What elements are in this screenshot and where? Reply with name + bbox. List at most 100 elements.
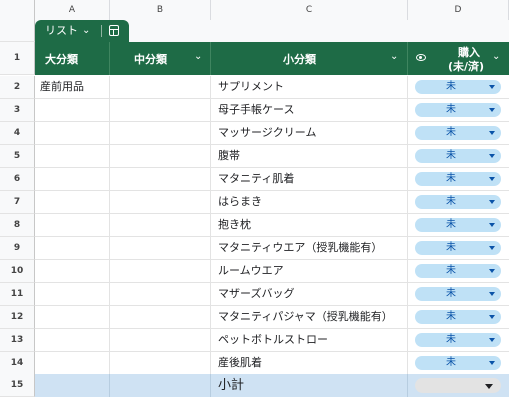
- mid-category-cell[interactable]: [110, 76, 211, 98]
- row-number[interactable]: 10: [0, 260, 35, 283]
- subtotal-cell-b[interactable]: [110, 374, 211, 397]
- row-number[interactable]: 13: [0, 329, 35, 352]
- sub-category-cell[interactable]: ルームウエア: [211, 260, 408, 282]
- mid-category-cell[interactable]: [110, 283, 211, 305]
- row-number[interactable]: 7: [0, 191, 35, 214]
- purchase-status-cell[interactable]: 未: [408, 145, 509, 167]
- row-number[interactable]: 9: [0, 237, 35, 260]
- major-category-cell[interactable]: [35, 260, 110, 282]
- sub-category-cell[interactable]: 母子手帳ケース: [211, 99, 408, 121]
- purchase-status-cell[interactable]: 未: [408, 214, 509, 236]
- major-category-cell[interactable]: [35, 283, 110, 305]
- chevron-down-icon[interactable]: ⌄: [390, 51, 398, 62]
- purchase-status-cell[interactable]: 未: [408, 122, 509, 144]
- status-dropdown-chip[interactable]: 未: [415, 218, 501, 232]
- column-header-c[interactable]: C: [211, 0, 408, 20]
- row-number[interactable]: 11: [0, 283, 35, 306]
- purchase-status-cell[interactable]: 未: [408, 99, 509, 121]
- sub-category-cell[interactable]: 抱き枕: [211, 214, 408, 236]
- sub-category-cell[interactable]: 腹帯: [211, 145, 408, 167]
- sub-category-cell[interactable]: はらまき: [211, 191, 408, 213]
- row-number[interactable]: 5: [0, 145, 35, 168]
- subtotal-status-cell[interactable]: [408, 374, 509, 397]
- mid-category-cell[interactable]: [110, 329, 211, 351]
- mid-category-cell[interactable]: [110, 168, 211, 190]
- sub-category-cell[interactable]: マタニティパジャマ（授乳機能有）: [211, 306, 408, 328]
- subtotal-dropdown-chip[interactable]: [415, 378, 501, 393]
- purchase-status-cell[interactable]: 未: [408, 76, 509, 98]
- major-category-cell[interactable]: [35, 237, 110, 259]
- major-category-cell[interactable]: [35, 306, 110, 328]
- header-cell-major-category[interactable]: 大分類: [35, 42, 110, 75]
- status-dropdown-chip[interactable]: 未: [415, 126, 501, 140]
- mid-category-cell[interactable]: [110, 237, 211, 259]
- mid-category-cell[interactable]: [110, 306, 211, 328]
- row-number[interactable]: 2: [0, 76, 35, 99]
- status-dropdown-chip[interactable]: 未: [415, 195, 501, 209]
- purchase-status-cell[interactable]: 未: [408, 168, 509, 190]
- row-number[interactable]: 6: [0, 168, 35, 191]
- purchase-status-cell[interactable]: 未: [408, 352, 509, 374]
- sub-category-cell[interactable]: マタニティウエア（授乳機能有）: [211, 237, 408, 259]
- mid-category-cell[interactable]: [110, 352, 211, 374]
- table-name-tab[interactable]: リスト ⌄: [35, 20, 129, 42]
- major-category-cell[interactable]: [35, 191, 110, 213]
- sub-category-cell[interactable]: サプリメント: [211, 76, 408, 98]
- column-header-b[interactable]: B: [110, 0, 211, 20]
- mid-category-cell[interactable]: [110, 99, 211, 121]
- sub-category-cell[interactable]: マザーズバッグ: [211, 283, 408, 305]
- row-number[interactable]: 12: [0, 306, 35, 329]
- purchase-status-cell[interactable]: 未: [408, 237, 509, 259]
- row-number[interactable]: 4: [0, 122, 35, 145]
- purchase-status-cell[interactable]: 未: [408, 260, 509, 282]
- header-cell-mid-category[interactable]: 中分類 ⌄: [110, 42, 211, 75]
- row-number[interactable]: 14: [0, 352, 35, 375]
- major-category-cell[interactable]: [35, 214, 110, 236]
- purchase-status-cell[interactable]: 未: [408, 191, 509, 213]
- subtotal-label[interactable]: 小計: [211, 374, 408, 397]
- status-dropdown-chip[interactable]: 未: [415, 80, 501, 94]
- mid-category-cell[interactable]: [110, 145, 211, 167]
- select-all-corner[interactable]: [0, 0, 35, 20]
- purchase-status-cell[interactable]: 未: [408, 306, 509, 328]
- major-category-cell[interactable]: 産前用品: [35, 76, 110, 98]
- mid-category-cell[interactable]: [110, 122, 211, 144]
- table-grid-icon[interactable]: [109, 25, 119, 36]
- status-dropdown-chip[interactable]: 未: [415, 356, 501, 370]
- chevron-down-icon[interactable]: ⌄: [82, 20, 90, 42]
- subtotal-cell-a[interactable]: [35, 374, 110, 397]
- status-dropdown-chip[interactable]: 未: [415, 172, 501, 186]
- row-number[interactable]: 3: [0, 99, 35, 122]
- mid-category-cell[interactable]: [110, 191, 211, 213]
- status-dropdown-chip[interactable]: 未: [415, 241, 501, 255]
- mid-category-cell[interactable]: [110, 214, 211, 236]
- status-dropdown-chip[interactable]: 未: [415, 103, 501, 117]
- sub-category-cell[interactable]: マッサージクリーム: [211, 122, 408, 144]
- status-dropdown-chip[interactable]: 未: [415, 310, 501, 324]
- major-category-cell[interactable]: [35, 122, 110, 144]
- major-category-cell[interactable]: [35, 329, 110, 351]
- row-number[interactable]: 15: [0, 374, 35, 397]
- status-dropdown-chip[interactable]: 未: [415, 264, 501, 278]
- chevron-down-icon[interactable]: ⌄: [492, 51, 500, 62]
- status-dropdown-chip[interactable]: 未: [415, 149, 501, 163]
- sub-category-cell[interactable]: ペットボトルストロー: [211, 329, 408, 351]
- status-dropdown-chip[interactable]: 未: [415, 287, 501, 301]
- major-category-cell[interactable]: [35, 352, 110, 374]
- sub-category-cell[interactable]: 産後肌着: [211, 352, 408, 374]
- major-category-cell[interactable]: [35, 145, 110, 167]
- header-cell-sub-category[interactable]: 小分類 ⌄: [211, 42, 408, 75]
- row-number[interactable]: 8: [0, 214, 35, 237]
- purchase-status-cell[interactable]: 未: [408, 329, 509, 351]
- chevron-down-icon[interactable]: ⌄: [194, 51, 202, 62]
- row-number[interactable]: 1: [0, 42, 35, 75]
- column-header-d[interactable]: D: [408, 0, 509, 20]
- purchase-status-cell[interactable]: 未: [408, 283, 509, 305]
- header-cell-purchase-status[interactable]: 購入 (未/済) ⌄: [408, 42, 509, 75]
- major-category-cell[interactable]: [35, 168, 110, 190]
- sub-category-cell[interactable]: マタニティ肌着: [211, 168, 408, 190]
- status-dropdown-chip[interactable]: 未: [415, 333, 501, 347]
- eye-icon[interactable]: [416, 54, 426, 61]
- mid-category-cell[interactable]: [110, 260, 211, 282]
- column-header-a[interactable]: A: [35, 0, 110, 20]
